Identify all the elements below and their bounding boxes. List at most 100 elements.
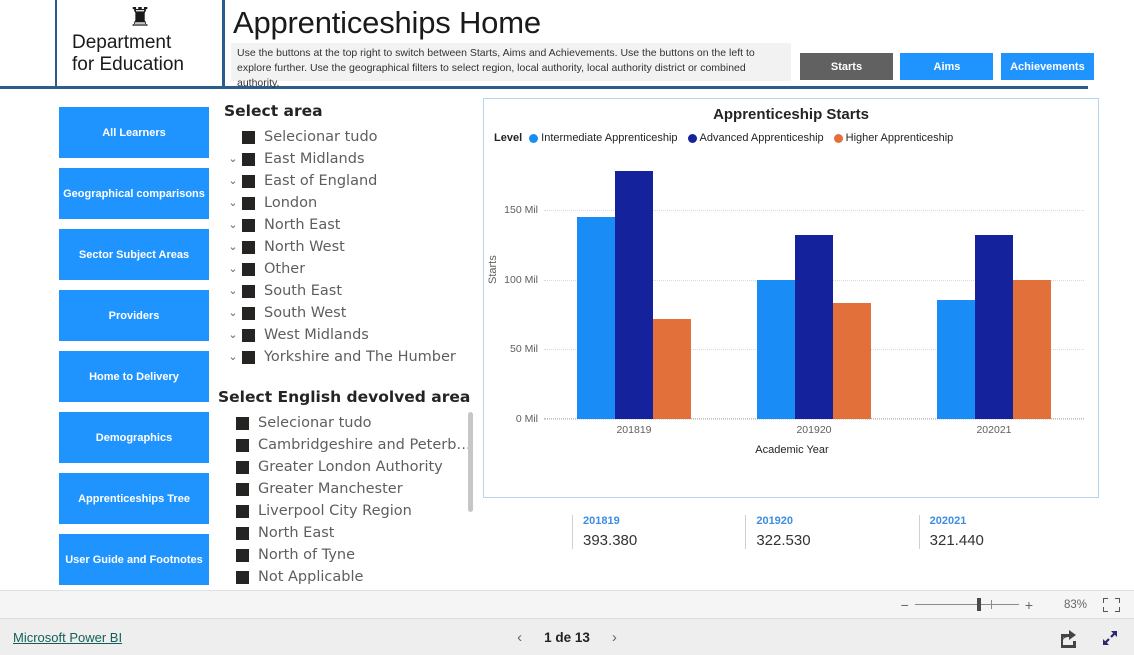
checkbox[interactable] [242,284,255,298]
chevron-down-icon[interactable]: ⌄ [224,258,242,280]
zoom-slider[interactable] [914,598,1019,611]
checkbox[interactable] [236,460,249,474]
legend-swatch-intermediate [529,133,539,143]
chevron-down-icon[interactable]: ⌄ [224,192,242,214]
slicer-area-item-row[interactable]: ⌄ East of England [224,170,476,192]
slicer-devolved-item-row[interactable]: ⌄ Liverpool City Region [218,500,476,522]
sidebar-item-apprenticeships-tree[interactable]: Apprenticeships Tree [59,473,209,524]
slicer-area-item-row[interactable]: ⌄ North West [224,236,476,258]
chevron-down-icon[interactable]: ⌄ [224,148,242,170]
slicer-devolved-item-label: North of Tyne [258,547,356,563]
slicer-devolved-item-label: North East [258,525,335,541]
instructions-panel: Use the buttons at the top right to swit… [231,43,791,89]
sidebar-item-home-to-delivery[interactable]: Home to Delivery [59,351,209,402]
zoom-slider-thumb[interactable] [976,598,981,611]
checkbox[interactable] [242,174,255,188]
mode-button-aims[interactable]: Aims [900,53,994,80]
kpi-value: 321.440 [929,532,984,549]
slicer-devolved-item-row[interactable]: ⌄ North of Tyne [218,544,476,566]
fit-to-page-icon[interactable] [1103,597,1120,612]
next-page-button[interactable]: › [612,629,617,646]
legend-item-intermediate[interactable]: Intermediate Apprenticeship [529,132,678,144]
chevron-down-icon[interactable]: ⌄ [224,302,242,324]
chevron-down-icon[interactable]: ⌄ [224,280,242,302]
sidebar-item-demographics[interactable]: Demographics [59,412,209,463]
slicer-devolved-item-row[interactable]: ⌄ Selecionar tudo [218,412,476,434]
slicer-select-area: Select area ⌄ Selecionar tudo ⌄ East Midlan… [224,102,476,368]
checkbox[interactable] [236,416,249,430]
royal-crest-icon: ♜ [128,4,150,32]
checkbox[interactable] [236,548,249,562]
previous-page-button[interactable]: ‹ [517,629,522,646]
chevron-down-icon[interactable]: ⌄ [224,346,242,368]
chart-bar[interactable] [757,279,795,419]
kpi-card-201819[interactable]: 201819 393.380 [572,515,745,549]
chart-bar[interactable] [833,303,871,419]
slicer-area-item-row[interactable]: ⌄ South West [224,302,476,324]
legend-item-higher[interactable]: Higher Apprenticeship [833,132,953,144]
checkbox[interactable] [236,482,249,496]
org-name-line2: for Education [72,54,184,75]
slicer-area-title: Select area [224,102,323,120]
slicer-area-item-row[interactable]: ⌄ South East [224,280,476,302]
mode-button-starts[interactable]: Starts [800,53,893,80]
kpi-card-202021[interactable]: 202021 321.440 [918,515,1092,549]
chart-bar[interactable] [975,234,1013,419]
kpi-card-201920[interactable]: 201920 322.530 [745,515,918,549]
checkbox[interactable] [242,130,255,144]
chart-bar[interactable] [653,318,691,419]
slicer-devolved-item-row[interactable]: ⌄ North East [218,522,476,544]
chart-bar[interactable] [937,300,975,419]
chart-bar[interactable] [615,170,653,419]
sidebar-item-all-learners[interactable]: All Learners [59,107,209,158]
slicer-area-item-row[interactable]: ⌄ Yorkshire and The Humber [224,346,476,368]
share-icon[interactable] [1058,628,1078,648]
legend-text-intermediate: Intermediate Apprenticeship [541,132,678,144]
checkbox[interactable] [242,350,255,364]
slicer-area-item-row[interactable]: ⌄ Selecionar tudo [224,126,476,148]
slicer-area-item-row[interactable]: ⌄ East Midlands [224,148,476,170]
slicer-devolved-item-row[interactable]: ⌄ Not Applicable [218,566,476,588]
checkbox[interactable] [242,240,255,254]
checkbox[interactable] [236,438,249,452]
checkbox[interactable] [242,306,255,320]
kpi-label: 201920 [756,515,794,527]
checkbox[interactable] [236,570,249,584]
slicer-devolved-scrollbar[interactable] [468,412,473,512]
sidebar-item-sector-subject-areas[interactable]: Sector Subject Areas [59,229,209,280]
checkbox[interactable] [236,526,249,540]
zoom-out-button[interactable]: − [901,598,909,612]
checkbox[interactable] [242,218,255,232]
chevron-placeholder: ⌄ [218,434,236,456]
slicer-area-item-row[interactable]: ⌄ Other [224,258,476,280]
slicer-area-item-row[interactable]: ⌄ North East [224,214,476,236]
chevron-down-icon[interactable]: ⌄ [224,236,242,258]
chevron-down-icon[interactable]: ⌄ [224,214,242,236]
sidebar-item-geographical-comparisons[interactable]: Geographical comparisons [59,168,209,219]
legend-item-advanced[interactable]: Advanced Apprenticeship [687,132,824,144]
zoom-slider-tick [990,600,992,609]
chart-bar[interactable] [1013,279,1051,419]
checkbox[interactable] [236,504,249,518]
checkbox[interactable] [242,262,255,276]
slicer-devolved-item-row[interactable]: ⌄ Greater London Authority [218,456,476,478]
fullscreen-icon[interactable] [1100,628,1120,648]
slicer-area-item-label: North East [264,217,341,233]
chart-bars-region[interactable]: 0 Mil 50 Mil 100 Mil 150 Mil [504,154,1084,425]
checkbox[interactable] [242,328,255,342]
checkbox[interactable] [242,152,255,166]
kpi-value: 393.380 [583,532,638,549]
chevron-down-icon[interactable]: ⌄ [224,324,242,346]
slicer-devolved-item-row[interactable]: ⌄ Cambridgeshire and Peterborou... [218,434,476,456]
slicer-area-item-row[interactable]: ⌄ London [224,192,476,214]
checkbox[interactable] [242,196,255,210]
slicer-devolved-item-row[interactable]: ⌄ Greater Manchester [218,478,476,500]
sidebar-item-user-guide-and-footnotes[interactable]: User Guide and Footnotes [59,534,209,585]
chart-bar[interactable] [577,216,615,419]
zoom-in-button[interactable]: + [1025,598,1033,612]
slicer-area-item-row[interactable]: ⌄ West Midlands [224,324,476,346]
chart-bar[interactable] [795,234,833,419]
chevron-down-icon[interactable]: ⌄ [224,170,242,192]
sidebar-item-providers[interactable]: Providers [59,290,209,341]
mode-button-achievements[interactable]: Achievements [1000,53,1094,80]
